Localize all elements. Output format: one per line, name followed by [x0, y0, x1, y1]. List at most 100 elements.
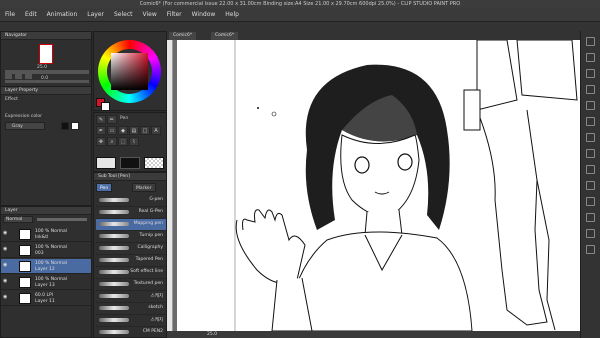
- navigator-thumbnail[interactable]: [39, 44, 53, 64]
- brush-item[interactable]: Mapping pen: [96, 219, 166, 231]
- fill-tool-icon[interactable]: ◆: [118, 126, 128, 135]
- status-zoom: 25.0: [207, 332, 218, 337]
- property-icon[interactable]: [586, 213, 595, 222]
- brush-tool-icon[interactable]: ✒: [96, 126, 106, 135]
- brush-name: CM PEN2: [142, 329, 163, 334]
- color-swatch-black[interactable]: [120, 157, 140, 169]
- blend-mode-select[interactable]: Normal: [3, 216, 33, 223]
- brush-name: Calligraphy: [137, 245, 164, 250]
- expression-color-select[interactable]: Gray: [5, 122, 45, 130]
- menu-edit[interactable]: Edit: [20, 8, 42, 22]
- manga-page[interactable]: [177, 40, 580, 331]
- story-icon[interactable]: [586, 101, 595, 110]
- brush-item[interactable]: Soft effect line: [96, 267, 166, 279]
- layer-thumbnail: [19, 293, 31, 304]
- layer-blend-opacity: 100 % Normal: [35, 261, 68, 266]
- menu-layer[interactable]: Layer: [82, 8, 109, 22]
- right-panel-bar: [580, 31, 600, 338]
- window-titlebar: Comic6* (For commercial issue 22.00 x 31…: [0, 0, 600, 8]
- visibility-eye-icon[interactable]: ◉: [3, 231, 8, 236]
- brush-item[interactable]: Real G-Pen: [96, 207, 166, 219]
- brush-icon[interactable]: [586, 165, 595, 174]
- gradient-tool-icon[interactable]: ▤: [129, 126, 139, 135]
- menu-select[interactable]: Select: [109, 8, 138, 22]
- tab-pen[interactable]: Pen: [96, 183, 113, 192]
- layer-icon[interactable]: [586, 85, 595, 94]
- canvas-tab-1[interactable]: Comic6*: [169, 32, 197, 40]
- canvas-area[interactable]: [167, 40, 580, 331]
- brush-stroke-preview: [99, 234, 129, 238]
- visibility-eye-icon[interactable]: ◉: [3, 295, 8, 300]
- material-icon[interactable]: [586, 53, 595, 62]
- pen-tool-icon[interactable]: ✎: [96, 115, 106, 124]
- layer-row[interactable]: ◉ 100 % Normal Ink&tl: [1, 227, 91, 242]
- visibility-eye-icon[interactable]: ◉: [3, 247, 8, 252]
- color-wheel-panel: [93, 31, 167, 111]
- layer-row[interactable]: ◉ 100 % Normal 003: [1, 243, 91, 258]
- panel-icon[interactable]: [586, 37, 595, 46]
- navigator-title: Navigator: [1, 32, 91, 40]
- sub-color[interactable]: [101, 102, 110, 110]
- folder-icon[interactable]: [586, 245, 595, 254]
- brush-item[interactable]: 스케치: [96, 291, 166, 303]
- visibility-eye-icon[interactable]: ◉: [3, 279, 8, 284]
- layer-row[interactable]: ◉ 100 % Normal Layer 12: [1, 259, 91, 274]
- layer-row[interactable]: ◉ 60.0 LPI Layer 11: [1, 291, 91, 306]
- text-tool-icon[interactable]: A: [151, 126, 161, 135]
- menu-file[interactable]: File: [0, 8, 20, 22]
- brush-stroke-preview: [99, 210, 129, 214]
- info-icon[interactable]: [586, 133, 595, 142]
- brush-item[interactable]: sketch: [96, 303, 166, 315]
- zoom-out-button[interactable]: [5, 74, 12, 79]
- zoom-in-button[interactable]: [15, 74, 22, 79]
- menu-view[interactable]: View: [138, 8, 162, 22]
- visibility-eye-icon[interactable]: ◉: [3, 263, 8, 268]
- menu-animation[interactable]: Animation: [42, 8, 83, 22]
- brush-item[interactable]: CM PEN2: [96, 327, 166, 337]
- black-swatch[interactable]: [61, 122, 69, 130]
- brush-item[interactable]: Calligraphy: [96, 243, 166, 255]
- history-icon[interactable]: [586, 69, 595, 78]
- menu-help[interactable]: Help: [220, 8, 244, 22]
- color-icon[interactable]: [586, 181, 595, 190]
- brush-item[interactable]: Textured pen: [96, 279, 166, 291]
- brush-stroke-preview: [99, 258, 129, 262]
- brush-name: Turnip pen: [139, 233, 163, 238]
- color-swatch-white[interactable]: [96, 157, 116, 169]
- hue-ring[interactable]: [98, 40, 161, 103]
- layer-row[interactable]: ◉ 100 % Normal Layer 13: [1, 275, 91, 290]
- brush-stroke-preview: [99, 246, 129, 250]
- tab-marker[interactable]: Marker: [132, 183, 156, 192]
- layer-thumbnail: [19, 277, 31, 288]
- layer-property-panel: Layer Property Effect Expression color G…: [0, 86, 92, 206]
- grid-icon[interactable]: [586, 229, 595, 238]
- layer-blend-opacity: 100 % Normal: [35, 229, 68, 234]
- select-tool-icon[interactable]: ⬚: [118, 137, 128, 146]
- saturation-value-square[interactable]: [111, 53, 148, 90]
- move-tool-icon[interactable]: ✥: [96, 137, 106, 146]
- fit-button[interactable]: [25, 74, 32, 79]
- brush-item[interactable]: 스케치: [96, 315, 166, 327]
- figure-tool-icon[interactable]: □: [140, 126, 150, 135]
- opacity-slider[interactable]: [37, 218, 87, 221]
- brush-stroke-preview: [99, 222, 129, 226]
- white-swatch[interactable]: [71, 122, 79, 130]
- canvas-tab-2[interactable]: Comic6*: [211, 32, 239, 40]
- brush-item[interactable]: G-pen: [96, 195, 166, 207]
- search-icon[interactable]: [586, 117, 595, 126]
- menu-filter[interactable]: Filter: [162, 8, 187, 22]
- eraser-tool-icon[interactable]: ▭: [107, 126, 117, 135]
- brush-item[interactable]: Tapered Pen: [96, 255, 166, 267]
- effect-label: Effect: [5, 97, 18, 102]
- color-swatch-transparent[interactable]: [144, 157, 164, 169]
- zoom-tool-icon[interactable]: ⌕: [107, 137, 117, 146]
- tool-icon[interactable]: [586, 197, 595, 206]
- settings-icon[interactable]: [586, 149, 595, 158]
- layer-title: 003: [35, 250, 44, 256]
- brush-item[interactable]: Turnip pen: [96, 231, 166, 243]
- layer-title: Ink&tl: [35, 234, 49, 240]
- menu-window[interactable]: Window: [187, 8, 221, 22]
- pencil-tool-icon[interactable]: ✏: [107, 115, 117, 124]
- eyedropper-tool-icon[interactable]: ⌇: [129, 137, 139, 146]
- layer-panel: Layer Normal ◉ 100 % Normal Ink&tl ◉ 100 % N…: [0, 206, 92, 338]
